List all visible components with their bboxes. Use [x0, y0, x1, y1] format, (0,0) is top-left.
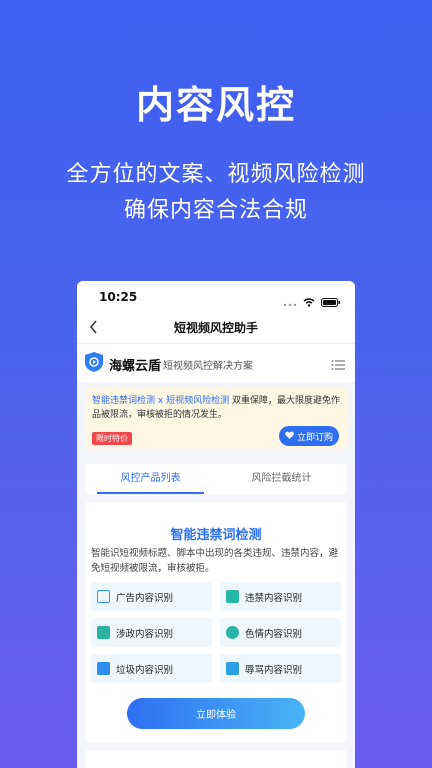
brand-bar: 海螺云盾 短视频风控解决方案: [77, 343, 355, 382]
shield-logo-icon: [85, 352, 103, 372]
feature-label: 涉政内容识别: [116, 628, 174, 640]
tab-bar: 风控产品列表 风险拦截统计: [85, 464, 347, 494]
back-icon[interactable]: [89, 319, 99, 338]
card-description: 智能识短视频标题、脚本中出现的各类违规、违禁内容，避免短视频被限流，审核被拒。: [91, 548, 339, 574]
adult-icon: [226, 626, 239, 639]
feature-label: 广告内容识别: [116, 592, 174, 604]
ad-icon: [97, 590, 110, 603]
status-time: 10:25: [99, 290, 138, 304]
feature-item[interactable]: 垃圾内容识别: [91, 654, 212, 683]
brand-tagline: 短视频风控解决方案: [163, 361, 253, 372]
feature-label: 辱骂内容识别: [245, 664, 303, 676]
spam-icon: [97, 662, 110, 675]
notice-text: 智能违禁词检测 x 短视频风险检测 双重保障，最大限度避免作品被限流，审核被拒的…: [92, 394, 342, 422]
status-bar: 10:25: [77, 281, 355, 313]
heart-icon: [285, 431, 294, 442]
card-title: 智能违禁词检测: [170, 528, 262, 543]
feature-item[interactable]: 违禁内容识别: [220, 582, 341, 611]
notice-highlight-1: 智能违禁词检测: [92, 396, 156, 406]
phone-screen: 10:25 短视频风控助手 海螺云盾 短视频风控解决方案 智能违禁词检测 x 短…: [77, 281, 355, 768]
notice-connector: x: [155, 396, 167, 406]
menu-list-icon[interactable]: [331, 356, 345, 375]
brand-name: 海螺云盾: [109, 359, 162, 374]
next-card: [85, 750, 347, 768]
limited-offer-badge: 限时特价: [92, 432, 132, 445]
feature-item[interactable]: 涉政内容识别: [91, 618, 212, 647]
feature-item[interactable]: 色情内容识别: [220, 618, 341, 647]
politics-icon: [97, 626, 110, 639]
nav-title: 短视频风控助手: [173, 321, 258, 335]
tab-product-list[interactable]: 风控产品列表: [85, 464, 216, 494]
promo-subtitle-line1: 全方位的文案、视频风险检测: [66, 162, 366, 187]
feature-item[interactable]: 广告内容识别: [91, 582, 212, 611]
notice-highlight-2: 短视频风险检测: [166, 396, 230, 406]
subscribe-button[interactable]: 立即订购: [279, 426, 339, 446]
wifi-icon: [303, 292, 315, 311]
nav-bar: 短视频风控助手: [77, 313, 355, 343]
feature-label: 垃圾内容识别: [116, 664, 174, 676]
abuse-icon: [226, 662, 239, 675]
dots-icon: [283, 292, 297, 311]
product-card: 智能违禁词检测 智能识短视频标题、脚本中出现的各类违规、违禁内容，避免短视频被限…: [85, 502, 347, 742]
tab-risk-stats[interactable]: 风险拦截统计: [216, 464, 347, 494]
forbidden-doc-icon: [226, 590, 239, 603]
status-icons: [283, 292, 341, 311]
subscribe-label: 立即订购: [296, 432, 333, 443]
feature-label: 色情内容识别: [245, 628, 303, 640]
promo-title: 内容风控: [135, 83, 296, 127]
promo-notice: 智能违禁词检测 x 短视频风险检测 双重保障，最大限度避免作品被限流，审核被拒的…: [85, 388, 347, 450]
feature-item[interactable]: 辱骂内容识别: [220, 654, 341, 683]
try-now-button[interactable]: 立即体验: [127, 698, 305, 729]
feature-label: 违禁内容识别: [245, 592, 303, 604]
promo-subtitle-line2: 确保内容合法合规: [123, 198, 308, 223]
feature-grid: 广告内容识别 违禁内容识别 涉政内容识别 色情内容识别 垃圾内容识别 辱骂内容识…: [91, 582, 341, 683]
battery-icon: [321, 292, 341, 311]
